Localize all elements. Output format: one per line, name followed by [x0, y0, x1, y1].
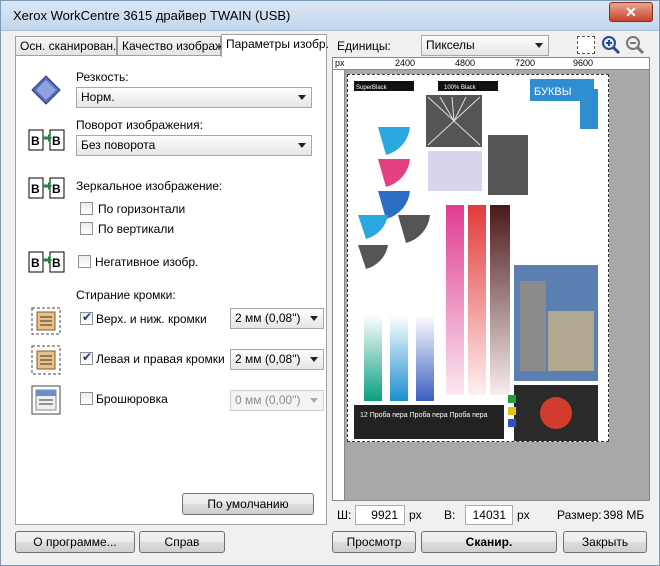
edge-erase-label: Стирание кромки:	[76, 288, 176, 302]
defaults-button[interactable]: По умолчанию	[182, 493, 314, 515]
edge-erase-top-bottom-label: Верх. и ниж. кромки	[96, 312, 207, 326]
mirror-label: Зеркальное изображение:	[76, 179, 223, 193]
scanner-window: Xerox WorkCentre 3615 драйвер TWAIN (USB…	[0, 0, 660, 566]
rotation-select[interactable]: Без поворота	[76, 135, 312, 156]
select-area-icon[interactable]	[577, 36, 595, 54]
units-select[interactable]: Пикселы	[421, 35, 549, 56]
ruler-vertical	[333, 70, 345, 500]
mirror-vertical-label: По вертикали	[98, 222, 175, 236]
close-button[interactable]: Закрыть	[563, 531, 647, 553]
zoom-out-icon[interactable]	[625, 35, 645, 55]
ruler-tick: 9600	[573, 58, 594, 68]
preview-image: 12 Проба пера Проба пера Проба пера Supe…	[354, 79, 598, 441]
image-options-panel: Резкость: Норм. B B Поворот изображения:…	[15, 55, 327, 525]
tab-image-options[interactable]: Параметры изобр.	[221, 34, 329, 57]
edge-erase-left-right-label: Левая и правая кромки	[96, 352, 225, 366]
chevron-down-icon	[310, 398, 318, 403]
preview-header-mid: 100% Black	[444, 85, 477, 91]
size-label: Размер:	[557, 508, 602, 522]
binding-value: 0 мм (0,00")	[235, 393, 301, 407]
title-bar: Xerox WorkCentre 3615 драйвер TWAIN (USB…	[1, 1, 659, 31]
svg-text:B: B	[52, 134, 61, 148]
ruler-tick: 7200	[515, 58, 536, 68]
edge-erase-left-right-select[interactable]: 2 мм (0,08")	[230, 349, 324, 370]
width-field[interactable]: 9921	[355, 505, 405, 525]
sharpness-label: Резкость:	[76, 70, 129, 84]
mirror-image-icon: B B	[28, 177, 65, 199]
edge-erase-top-bottom-value: 2 мм (0,08")	[235, 311, 301, 325]
units-label: Единицы:	[337, 39, 391, 53]
edge-erase-left-right-value: 2 мм (0,08")	[235, 352, 301, 366]
about-button[interactable]: О программе...	[15, 531, 135, 553]
edge-erase-top-bottom-icon	[31, 307, 61, 335]
mirror-vertical-checkbox[interactable]	[80, 222, 93, 235]
rotation-label: Поворот изображения:	[76, 118, 203, 132]
preview-area[interactable]: px 2400 4800 7200 9600 12 Проба пера Про…	[332, 57, 650, 501]
chevron-down-icon	[298, 95, 306, 100]
mirror-horizontal-label: По горизонтали	[98, 202, 186, 216]
svg-text:B: B	[31, 256, 40, 270]
edge-erase-top-bottom-select[interactable]: 2 мм (0,08")	[230, 308, 324, 329]
binding-checkbox[interactable]	[80, 392, 93, 405]
rotation-value: Без поворота	[81, 138, 156, 152]
zoom-in-icon[interactable]	[601, 35, 621, 55]
svg-text:B: B	[31, 134, 40, 148]
width-label: Ш:	[337, 508, 352, 522]
edge-erase-left-right-checkbox[interactable]	[80, 350, 93, 365]
rotate-image-icon: B B	[28, 129, 65, 151]
window-title: Xerox WorkCentre 3615 драйвер TWAIN (USB…	[13, 8, 291, 23]
close-window-button[interactable]: ✕	[609, 2, 653, 22]
negative-image-icon: B B	[28, 251, 65, 273]
sharpness-value: Норм.	[81, 90, 115, 104]
ruler-tick: 2400	[395, 58, 416, 68]
width-unit: px	[409, 508, 422, 522]
mirror-horizontal-checkbox[interactable]	[80, 202, 93, 215]
ruler-unit: px	[335, 58, 345, 68]
negative-label: Негативное изобр.	[95, 255, 199, 269]
binding-erase-icon	[31, 385, 61, 415]
chevron-down-icon	[310, 357, 318, 362]
svg-text:B: B	[52, 182, 61, 196]
edge-erase-top-bottom-checkbox[interactable]	[80, 310, 93, 325]
height-label: В:	[444, 508, 456, 522]
edge-erase-left-right-icon	[31, 345, 61, 375]
scan-button[interactable]: Сканир.	[421, 531, 557, 553]
binding-label: Брошюровка	[96, 392, 168, 406]
help-button[interactable]: Справ	[139, 531, 225, 553]
chevron-down-icon	[298, 143, 306, 148]
chevron-down-icon	[535, 43, 543, 48]
units-value: Пикселы	[426, 38, 475, 52]
tab-image-quality[interactable]: Качество изображ.	[117, 36, 226, 56]
height-field[interactable]: 14031	[465, 505, 513, 525]
svg-text:B: B	[31, 182, 40, 196]
chevron-down-icon	[310, 316, 318, 321]
preview-header-left: SuperBlack	[356, 85, 388, 91]
ruler-horizontal: px 2400 4800 7200 9600	[333, 58, 649, 70]
height-unit: px	[517, 508, 530, 522]
preview-caption: 12 Проба пера Проба пера Проба пера	[360, 411, 488, 419]
tab-basic-scan[interactable]: Осн. сканирован.	[15, 36, 117, 56]
negative-checkbox[interactable]	[78, 255, 91, 268]
preview-badge: БУКВЫ	[534, 86, 571, 98]
size-value: 398 МБ	[603, 508, 645, 522]
ruler-tick: 4800	[455, 58, 476, 68]
svg-text:B: B	[52, 256, 61, 270]
preview-document: 12 Проба пера Проба пера Проба пера Supe…	[347, 74, 609, 442]
binding-select: 0 мм (0,00")	[230, 390, 324, 411]
sharpness-select[interactable]: Норм.	[76, 87, 312, 108]
preview-button[interactable]: Просмотр	[332, 531, 416, 553]
sharpness-icon	[31, 75, 61, 105]
